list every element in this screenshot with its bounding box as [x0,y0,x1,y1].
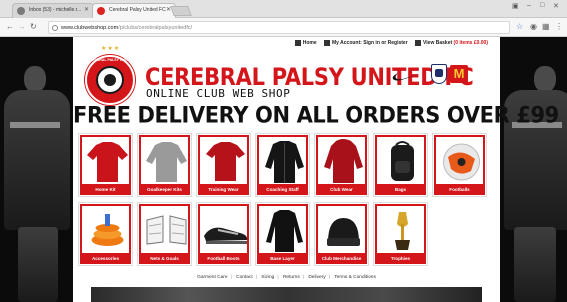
menu-icon[interactable]: ⋮ [555,22,563,31]
club-crest-logo[interactable]: CEREBRAL PALSY UNITED [85,55,135,105]
category-football-boots[interactable]: Football Boots [196,202,251,266]
black-jacket-icon [265,141,304,183]
reload-icon[interactable]: ↻ [30,22,37,31]
backpack-icon [391,141,414,181]
tab-title: Cerebral Palsy United FC [109,7,166,13]
footer-link-terms[interactable]: Terms & Conditions [334,275,376,280]
home-link[interactable]: Home [294,40,317,46]
grey-shirt-icon [146,142,187,182]
category-label: Accessories [80,253,131,264]
window-close-icon[interactable]: ✕ [553,2,559,10]
club-favicon-icon [97,7,105,15]
tab-inbox[interactable]: Inbox (53) - michelle.r... ✕ [12,3,94,18]
free-delivery-banner: FREE DELIVERY ON ALL ORDERS OVER £99 [73,102,559,128]
category-nets-goals[interactable]: Nets & Goals [137,202,192,266]
footer-link-garment-care[interactable]: Garment Care [197,275,227,280]
training-cones-icon [91,214,124,246]
account-link[interactable]: My Account: Sign in or Register [324,40,408,46]
footer-links: Garment Care | Contact | Sizing | Returns | … [197,275,376,280]
category-training-wear[interactable]: Training Wear [196,133,251,197]
new-tab-button[interactable] [170,6,192,16]
bookmark-star-icon[interactable]: ☆ [516,22,523,31]
footer-link-returns[interactable]: Returns [283,275,300,280]
category-label: Coaching Staff [257,184,308,195]
team-photo-strip [91,287,482,302]
category-label: Base Layer [257,253,308,264]
football-emblem-icon [104,74,116,86]
category-trophies[interactable]: Trophies [373,202,428,266]
shop-container: Home My Account: Sign in or Register Vie… [73,37,559,302]
fa-badge-logo [431,64,447,84]
category-base-layer[interactable]: Base Layer [255,202,310,266]
extension-icon[interactable]: ◉ [530,22,537,31]
base-layer-icon [266,210,303,252]
extension-icon-2[interactable]: ▦ [542,22,550,31]
url-host: www.clubwebshop.com [61,25,119,31]
category-label: Bags [375,184,426,195]
url-path: /p/clubs/cerebralpalsyunitedfc/ [118,25,193,31]
category-footballs[interactable]: Footballs [432,133,487,197]
category-bags[interactable]: Bags [373,133,428,197]
category-home-kit[interactable]: Home Kit [78,133,133,197]
goal-net-icon [146,215,187,245]
football-icon [443,143,480,181]
boots-icon [204,227,248,244]
category-label: Home Kit [80,184,131,195]
url-input[interactable]: www.clubwebshop.com/p/clubs/cerebralpals… [48,21,510,34]
category-label: Goalkeeper Kits [139,184,190,195]
profile-icon[interactable]: ▣ [512,2,519,10]
tab-title: Inbox (53) - michelle.r... [29,7,82,13]
browser-tab-bar: Inbox (53) - michelle.r... ✕ Cerebral Pa… [0,0,567,18]
category-label: Footballs [434,184,485,195]
beanie-icon [327,218,360,246]
category-goalkeeper-kits[interactable]: Goalkeeper Kits [137,133,192,197]
mcdonalds-logo: M [450,65,468,83]
tab-webshop[interactable]: Cerebral Palsy United FC ✕ [92,3,176,18]
red-hoodie-icon [324,139,363,183]
category-label: Club Merchandise [316,253,367,264]
category-label: Football Boots [198,253,249,264]
basket-icon [415,40,422,46]
right-player-image [492,62,567,302]
category-accessories[interactable]: Accessories [78,202,133,266]
red-training-shirt-icon [206,142,245,181]
crest-stars: ★★★ [101,46,121,52]
footer-link-contact[interactable]: Contact [236,275,253,280]
shop-subtitle: ONLINE CLUB WEB SHOP [146,87,291,100]
top-nav: Home My Account: Sign in or Register Vie… [289,40,488,46]
category-coaching-staff[interactable]: Coaching Staff [255,133,310,197]
page-info-icon[interactable] [52,25,58,31]
category-label: Club Wear [316,184,367,195]
category-label: Trophies [375,253,426,264]
forward-arrow-icon[interactable]: → [18,22,26,31]
category-club-wear[interactable]: Club Wear [314,133,369,197]
red-shirt-icon [87,142,128,182]
trophy-icon [395,212,410,250]
home-icon [294,40,301,46]
minimize-icon[interactable]: – [527,2,531,9]
basket-link[interactable]: View Basket (0 items £0.00) [415,40,488,46]
category-label: Training Wear [198,184,249,195]
close-tab-icon[interactable]: ✕ [84,4,89,17]
maximize-icon[interactable]: □ [540,2,544,9]
user-icon [324,40,330,46]
category-club-merchandise[interactable]: Club Merchandise [314,202,369,266]
back-arrow-icon[interactable]: ← [6,22,14,31]
footer-link-sizing[interactable]: Sizing [261,275,274,280]
gmail-favicon-icon [17,7,25,15]
page-background: Home My Account: Sign in or Register Vie… [0,37,567,302]
nike-swoosh-logo [392,71,425,81]
footer-link-delivery[interactable]: Delivery [308,275,325,280]
address-bar-row: ← → ↻ www.clubwebshop.com/p/clubs/cerebr… [0,18,567,37]
category-label: Nets & Goals [139,253,190,264]
